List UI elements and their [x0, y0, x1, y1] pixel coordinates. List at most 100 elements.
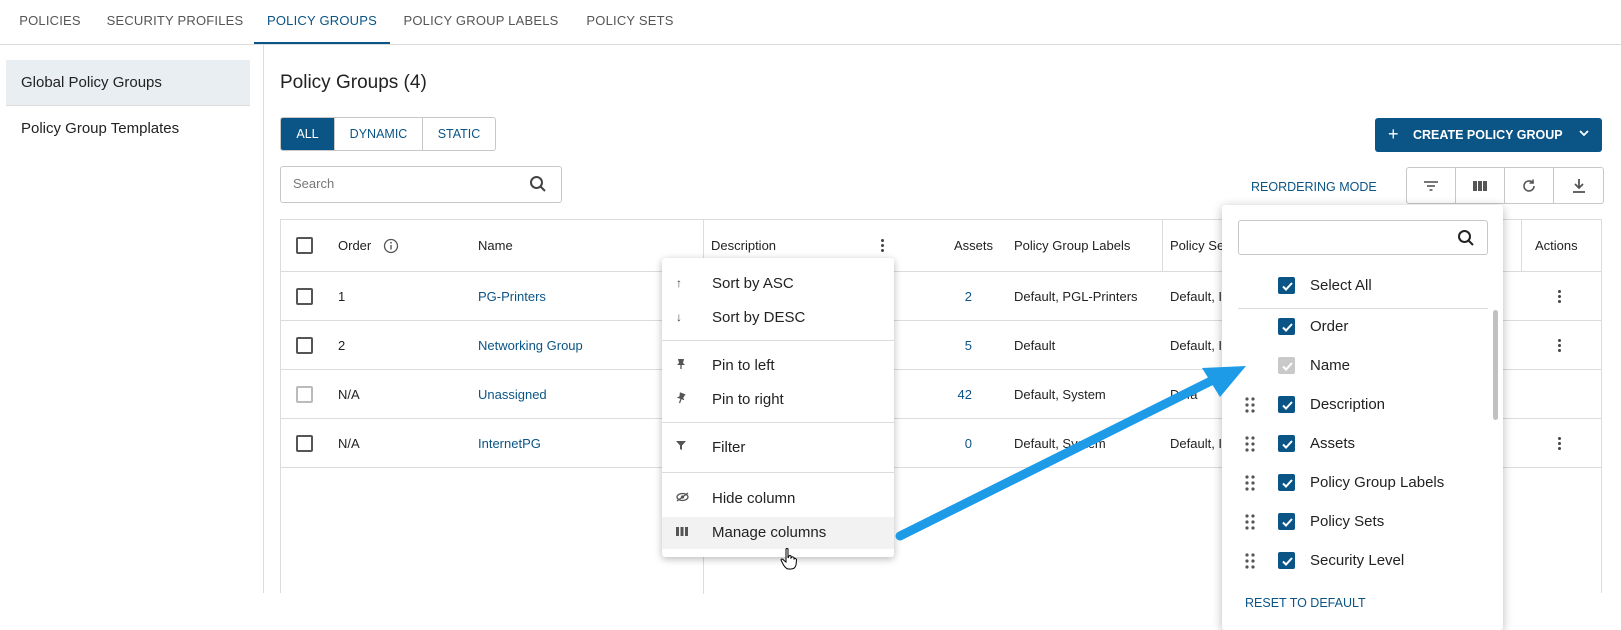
sidebar-item-policy-group-templates[interactable]: Policy Group Templates [6, 106, 250, 151]
menu-item-label: Filter [712, 439, 746, 456]
column-checkbox[interactable] [1278, 552, 1295, 569]
download-button[interactable] [1554, 168, 1603, 203]
tab-policy-group-labels[interactable]: POLICY GROUP LABELS [402, 0, 560, 44]
column-option-security-level[interactable]: Security Level [1222, 543, 1503, 579]
row-checkbox[interactable] [296, 337, 313, 354]
column-option-assets[interactable]: Assets [1222, 426, 1503, 462]
search-input[interactable]: Search [280, 166, 562, 203]
column-option-policy-group-labels[interactable]: Policy Group Labels [1222, 465, 1503, 501]
filter-dynamic-button[interactable]: DYNAMIC [335, 118, 423, 150]
filter-all-button[interactable]: ALL [281, 118, 335, 150]
tab-policy-sets[interactable]: POLICY SETS [580, 0, 680, 44]
labels-cell: Default, PGL-Printers [1014, 289, 1138, 304]
menu-item-manage-columns[interactable]: Manage columns [662, 517, 894, 549]
reordering-mode-button[interactable]: REORDERING MODE [1251, 180, 1377, 194]
columns-icon [676, 525, 688, 539]
menu-divider [662, 422, 894, 423]
column-header-policy-sets[interactable]: Policy Se [1170, 238, 1224, 253]
drag-handle-icon[interactable] [1245, 514, 1255, 535]
name-link[interactable]: Unassigned [478, 387, 547, 402]
drag-handle-icon[interactable] [1245, 436, 1255, 457]
select-all-checkbox[interactable] [1278, 277, 1295, 294]
column-option-label: Order [1310, 318, 1349, 335]
column-checkbox[interactable] [1278, 513, 1295, 530]
arrow-up-icon: ↑ [676, 276, 682, 290]
column-checkbox[interactable] [1278, 318, 1295, 335]
select-all-rows-checkbox[interactable] [296, 237, 313, 254]
labels-cell: Default, System [1014, 387, 1106, 402]
column-checkbox[interactable] [1278, 435, 1295, 452]
row-actions-kebab-icon[interactable] [1558, 339, 1562, 354]
name-link[interactable]: InternetPG [478, 436, 541, 451]
page-title: Policy Groups (4) [280, 72, 427, 93]
row-actions-kebab-icon[interactable] [1558, 290, 1562, 305]
order-cell: N/A [338, 436, 360, 451]
refresh-icon [1523, 179, 1535, 192]
column-option-description[interactable]: Description [1222, 387, 1503, 423]
column-header-description[interactable]: Description [711, 238, 776, 253]
assets-link[interactable]: 42 [932, 387, 972, 402]
columns-icon [1473, 180, 1487, 191]
sidebar-item-global-policy-groups[interactable]: Global Policy Groups [6, 60, 250, 105]
type-filter: ALL DYNAMIC STATIC [280, 117, 496, 151]
assets-link[interactable]: 2 [932, 289, 972, 304]
select-all-label: Select All [1310, 277, 1372, 294]
tab-security-profiles[interactable]: SECURITY PROFILES [100, 0, 250, 44]
menu-item-hide-column[interactable]: Hide column [662, 483, 894, 515]
name-link[interactable]: PG-Printers [478, 289, 546, 304]
menu-item-sort-desc[interactable]: ↓ Sort by DESC [662, 302, 894, 334]
row-actions-kebab-icon[interactable] [1558, 437, 1562, 452]
column-option-policy-sets[interactable]: Policy Sets [1222, 504, 1503, 540]
row-checkbox[interactable] [296, 288, 313, 305]
arrow-down-icon: ↓ [676, 310, 682, 324]
menu-item-pin-left[interactable]: Pin to left [662, 350, 894, 382]
panel-scrollbar[interactable] [1493, 310, 1498, 420]
drag-handle-icon[interactable] [1245, 397, 1255, 418]
chevron-down-icon[interactable] [1578, 127, 1590, 142]
column-option-label: Assets [1310, 435, 1356, 452]
column-checkbox[interactable] [1278, 396, 1295, 413]
policy-sets-cell: Default, I [1170, 436, 1223, 451]
menu-item-label: Manage columns [712, 524, 827, 541]
reset-to-default-button[interactable]: RESET TO DEFAULT [1245, 596, 1366, 610]
create-policy-group-button[interactable]: + CREATE POLICY GROUP [1375, 118, 1602, 152]
sidebar: Global Policy Groups Policy Group Templa… [0, 45, 264, 593]
column-header-name[interactable]: Name [478, 238, 513, 253]
tab-policy-groups[interactable]: POLICY GROUPS [254, 0, 390, 44]
refresh-button[interactable] [1505, 168, 1554, 203]
info-icon[interactable] [383, 238, 399, 259]
create-label: CREATE POLICY GROUP [1413, 128, 1563, 142]
row-checkbox-disabled [296, 386, 313, 403]
policy-sets-cell: Defa [1170, 387, 1198, 402]
tab-policies[interactable]: POLICIES [0, 0, 100, 44]
pin-left-icon [676, 358, 686, 373]
assets-link[interactable]: 0 [932, 436, 972, 451]
column-checkbox[interactable] [1278, 474, 1295, 491]
column-menu-kebab-icon[interactable] [881, 239, 885, 254]
column-header-order[interactable]: Order [338, 238, 371, 253]
filter-toggle-button[interactable] [1407, 168, 1456, 203]
drag-handle-icon[interactable] [1245, 475, 1255, 496]
columns-search-input[interactable] [1238, 220, 1488, 255]
filter-static-button[interactable]: STATIC [423, 118, 495, 150]
select-all-columns[interactable]: Select All [1222, 268, 1503, 304]
column-option-label: Description [1310, 396, 1386, 413]
column-header-policy-group-labels[interactable]: Policy Group Labels [1014, 238, 1130, 253]
name-link[interactable]: Networking Group [478, 338, 583, 353]
manage-columns-panel: Select All Order Name Description Assets [1222, 205, 1503, 630]
column-option-order[interactable]: Order [1222, 309, 1503, 345]
menu-item-label: Hide column [712, 490, 796, 507]
drag-handle-icon[interactable] [1245, 553, 1255, 574]
row-checkbox[interactable] [296, 435, 313, 452]
menu-item-sort-asc[interactable]: ↑ Sort by ASC [662, 268, 894, 300]
columns-button[interactable] [1456, 168, 1505, 203]
assets-link[interactable]: 5 [932, 338, 972, 353]
order-cell: N/A [338, 387, 360, 402]
menu-item-pin-right[interactable]: Pin to right [662, 384, 894, 416]
column-separator [1162, 220, 1163, 272]
top-tabs: POLICIES SECURITY PROFILES POLICY GROUPS… [0, 0, 1621, 45]
column-option-name: Name [1222, 348, 1503, 384]
column-header-assets[interactable]: Assets [954, 238, 993, 253]
column-checkbox-disabled [1278, 357, 1295, 374]
menu-item-filter[interactable]: Filter [662, 432, 894, 464]
